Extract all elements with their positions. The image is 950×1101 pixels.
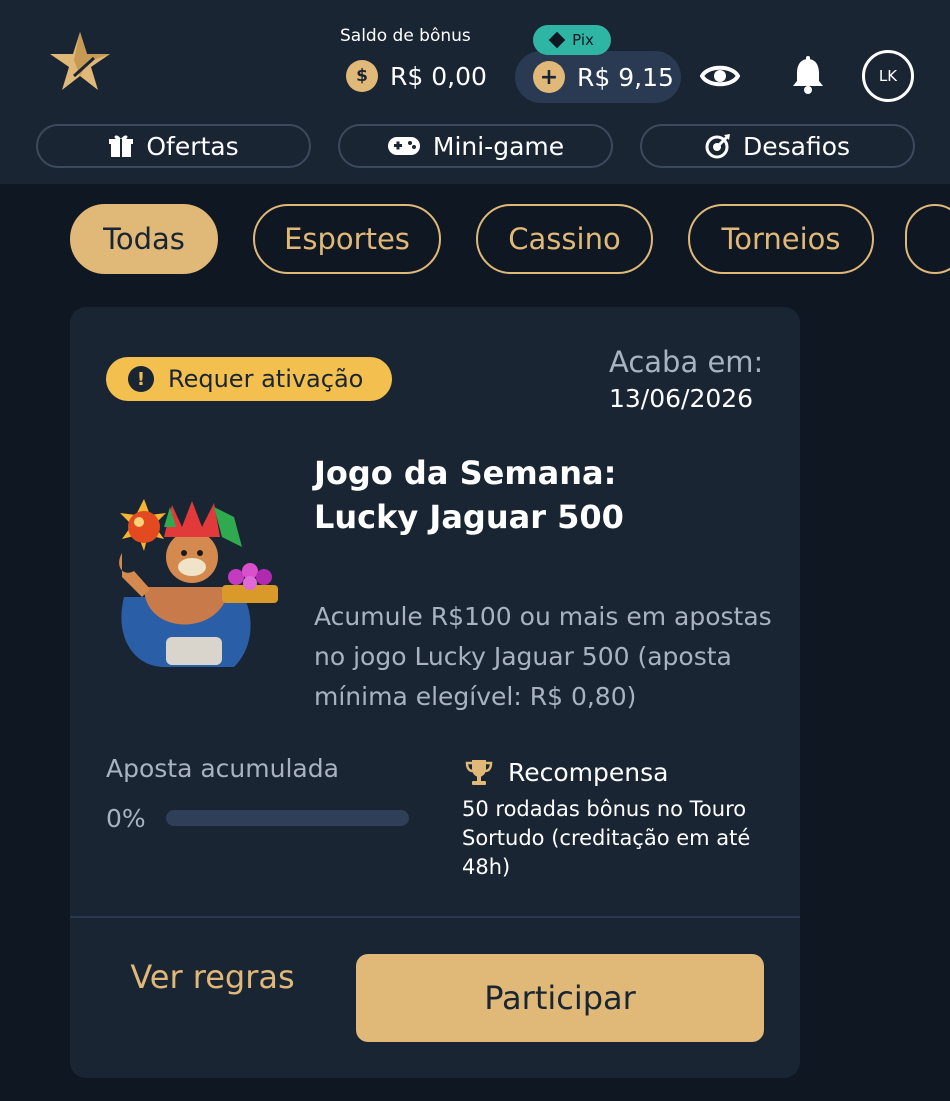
bonus-balance-label: Saldo de bônus (340, 26, 471, 46)
gift-icon (109, 135, 134, 157)
pix-badge: Pix (533, 25, 611, 55)
plus-coin-icon: + (533, 61, 565, 93)
avatar[interactable]: LK (862, 50, 914, 102)
nav-mini-game-label: Mini-game (432, 131, 565, 161)
nav-ofertas-label: Ofertas (146, 131, 239, 161)
coin-icon: $ (346, 60, 378, 92)
filter-torneios[interactable]: Torneios (688, 204, 874, 274)
target-icon (705, 134, 730, 159)
ends-label: Acaba em: (609, 345, 764, 379)
pix-label: Pix (572, 31, 594, 49)
gamepad-icon (387, 137, 420, 155)
filter-more-partial[interactable] (905, 204, 950, 274)
eye-icon[interactable] (700, 58, 740, 94)
promo-card: ! Requer ativação Acaba em: 13/06/2026 J… (70, 307, 800, 1078)
nav-ofertas[interactable]: Ofertas (36, 124, 311, 168)
filter-todas[interactable]: Todas (70, 204, 218, 274)
star-logo-icon[interactable] (48, 30, 112, 94)
bonus-balance-value: R$ 0,00 (390, 61, 487, 91)
nav-desafios-label: Desafios (742, 131, 851, 161)
promo-title-line-1: Jogo da Semana: (314, 454, 617, 492)
wallet-balance-button[interactable]: + R$ 9,15 (515, 51, 681, 103)
progress-bar (166, 810, 409, 826)
reward-text: 50 rodadas bônus no Touro Sortudo (credi… (462, 797, 751, 879)
filter-esportes[interactable]: Esportes (253, 204, 441, 274)
pix-icon (548, 31, 566, 49)
bonus-balance: $ R$ 0,00 (346, 60, 487, 92)
wallet-balance-value: R$ 9,15 (577, 62, 674, 92)
lucky-jaguar-game-icon (119, 499, 278, 667)
bell-icon[interactable] (790, 55, 826, 95)
participate-button[interactable]: Participar (356, 954, 764, 1042)
top-header: Saldo de bônus $ R$ 0,00 + R$ 9,15 Pix L… (0, 0, 950, 184)
status-badge-label: Requer ativação (168, 365, 364, 393)
filter-cassino[interactable]: Cassino (476, 204, 653, 274)
nav-mini-game[interactable]: Mini-game (338, 124, 613, 168)
alert-icon: ! (128, 366, 154, 392)
reward-label: Recompensa (508, 757, 669, 787)
view-rules-link[interactable]: Ver regras (130, 955, 295, 999)
ends-date: 13/06/2026 (609, 384, 754, 413)
promo-title: Jogo da Semana: Lucky Jaguar 500 (314, 451, 774, 539)
accumulated-bet-label: Aposta acumulada (106, 754, 339, 783)
trophy-icon (465, 760, 493, 785)
status-badge: ! Requer ativação (106, 357, 392, 401)
promo-description: Acumule R$100 ou mais em apostas no jogo… (314, 602, 772, 711)
progress-percent: 0% (106, 804, 146, 833)
reward-header: Recompensa (464, 757, 668, 787)
promo-title-line-2: Lucky Jaguar 500 (314, 498, 624, 536)
card-divider (70, 916, 800, 918)
nav-desafios[interactable]: Desafios (640, 124, 915, 168)
